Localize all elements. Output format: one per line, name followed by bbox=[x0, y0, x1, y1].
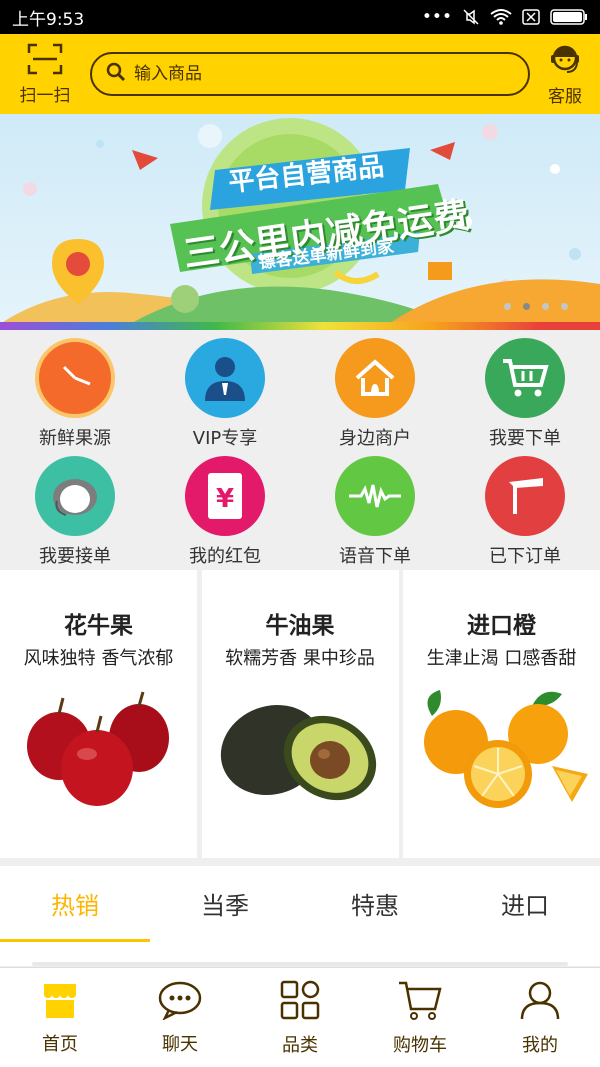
tab-hot-sale[interactable]: 热销 bbox=[0, 866, 150, 966]
product-card-avocado[interactable]: 牛油果 软糯芳香 果中珍品 bbox=[201, 570, 399, 858]
quick-item-red-packet[interactable]: ¥ 我的红包 bbox=[150, 456, 300, 572]
content-divider bbox=[32, 962, 568, 966]
chat-bubble-icon bbox=[157, 980, 203, 1024]
promo-banner[interactable]: 平台自营商品 三公里内减免运费 镖客送单新鲜到家 bbox=[0, 114, 600, 330]
quick-item-accept-order[interactable]: 我要接单 bbox=[0, 456, 150, 572]
banner-pagination[interactable] bbox=[504, 303, 568, 310]
search-bar[interactable] bbox=[90, 52, 530, 96]
clock-icon bbox=[35, 338, 115, 418]
search-input[interactable] bbox=[134, 64, 514, 84]
product-desc: 风味独特 香气浓郁 bbox=[23, 648, 174, 669]
product-desc: 软糯芳香 果中珍品 bbox=[225, 648, 375, 669]
voice-wave-icon bbox=[335, 456, 415, 536]
nav-cart[interactable]: 购物车 bbox=[360, 968, 480, 1067]
red-packet-icon: ¥ bbox=[185, 456, 265, 536]
app-screen: 上午9:53 ••• 扫一扫 输入商品 客服 平台自营商品 三公里内减免运费 镖… bbox=[0, 0, 600, 1067]
service-label: 客服 bbox=[548, 86, 582, 107]
nav-label: 聊天 bbox=[162, 1033, 198, 1055]
quick-label: 已下订单 bbox=[489, 546, 561, 567]
quick-item-nearby-merchants[interactable]: 身边商户 bbox=[300, 338, 450, 456]
quick-item-fresh-source[interactable]: 新鲜果源 bbox=[0, 338, 150, 456]
quick-label: 我要下单 bbox=[489, 428, 561, 449]
dots-icon: ••• bbox=[421, 7, 452, 27]
status-bar: 上午9:53 ••• bbox=[0, 0, 600, 34]
hammer-icon bbox=[485, 456, 565, 536]
quick-label: 我的红包 bbox=[189, 546, 261, 567]
tab-special-offer[interactable]: 特惠 bbox=[300, 866, 450, 966]
quick-label: 我要接单 bbox=[39, 546, 111, 567]
apple-image bbox=[26, 691, 169, 806]
quick-item-my-orders[interactable]: 已下订单 bbox=[450, 456, 600, 572]
courier-icon bbox=[35, 456, 115, 536]
nav-label: 我的 bbox=[522, 1034, 558, 1056]
svg-text:¥: ¥ bbox=[216, 484, 234, 514]
banner-dot[interactable] bbox=[542, 303, 549, 310]
user-icon bbox=[519, 979, 561, 1025]
featured-products: 花牛果 风味独特 香气浓郁 牛油果 软糯芳香 果中珍品 进口橙 生津止渴 口感香… bbox=[0, 570, 600, 858]
orange-image bbox=[423, 690, 588, 808]
vip-person-icon bbox=[185, 338, 265, 418]
quick-menu: 新鲜果源 VIP专享 身边商户 我要下单 我要接单 ¥ 我的红包 语音下单 已下… bbox=[0, 330, 600, 568]
nav-profile[interactable]: 我的 bbox=[480, 968, 600, 1067]
product-name: 牛油果 bbox=[265, 613, 335, 639]
avocado-image bbox=[220, 704, 377, 801]
search-icon bbox=[106, 62, 126, 86]
product-name: 花牛果 bbox=[64, 613, 133, 639]
scan-icon bbox=[27, 43, 63, 79]
tab-imported[interactable]: 进口 bbox=[450, 866, 600, 966]
no-sim-icon bbox=[522, 8, 540, 26]
mute-icon bbox=[462, 8, 480, 26]
category-tabs: 热销 当季 特惠 进口 bbox=[0, 866, 600, 966]
nav-categories[interactable]: 品类 bbox=[240, 968, 360, 1067]
nav-chat[interactable]: 聊天 bbox=[120, 968, 240, 1067]
home-store-icon bbox=[40, 980, 80, 1024]
quick-label: VIP专享 bbox=[192, 428, 258, 449]
quick-label: 语音下单 bbox=[339, 546, 411, 567]
quick-label: 新鲜果源 bbox=[39, 428, 111, 449]
scan-button[interactable]: 扫一扫 bbox=[0, 34, 90, 114]
status-icons: ••• bbox=[422, 7, 588, 27]
banner-dot[interactable] bbox=[561, 303, 568, 310]
product-card-orange[interactable]: 进口橙 生津止渴 口感香甜 bbox=[403, 570, 600, 858]
quick-item-place-order[interactable]: 我要下单 bbox=[450, 338, 600, 456]
quick-item-voice-order[interactable]: 语音下单 bbox=[300, 456, 450, 572]
cart-icon bbox=[485, 338, 565, 418]
shopping-cart-icon bbox=[397, 979, 443, 1025]
house-icon bbox=[335, 338, 415, 418]
product-desc: 生津止渴 口感香甜 bbox=[426, 648, 577, 669]
scan-label: 扫一扫 bbox=[19, 85, 71, 106]
banner-dot-active[interactable] bbox=[523, 303, 530, 310]
top-header: 扫一扫 客服 bbox=[0, 34, 600, 114]
battery-icon bbox=[550, 8, 588, 26]
product-name: 进口橙 bbox=[467, 613, 536, 639]
customer-service-button[interactable]: 客服 bbox=[530, 34, 600, 114]
wifi-icon bbox=[490, 8, 512, 26]
tab-in-season[interactable]: 当季 bbox=[150, 866, 300, 966]
nav-label: 品类 bbox=[282, 1034, 318, 1056]
rainbow-strip bbox=[0, 322, 600, 330]
bottom-nav: 首页 聊天 品类 购物车 我的 bbox=[0, 967, 600, 1067]
quick-label: 身边商户 bbox=[339, 428, 411, 449]
status-time: 上午9:53 bbox=[12, 9, 85, 30]
banner-dot[interactable] bbox=[504, 303, 511, 310]
nav-label: 购物车 bbox=[393, 1034, 447, 1056]
nav-home[interactable]: 首页 bbox=[0, 968, 120, 1067]
headset-icon bbox=[548, 42, 582, 80]
quick-item-vip[interactable]: VIP专享 bbox=[150, 338, 300, 456]
nav-label: 首页 bbox=[42, 1033, 78, 1055]
product-card-apple[interactable]: 花牛果 风味独特 香气浓郁 bbox=[0, 570, 197, 858]
category-grid-icon bbox=[279, 979, 321, 1025]
